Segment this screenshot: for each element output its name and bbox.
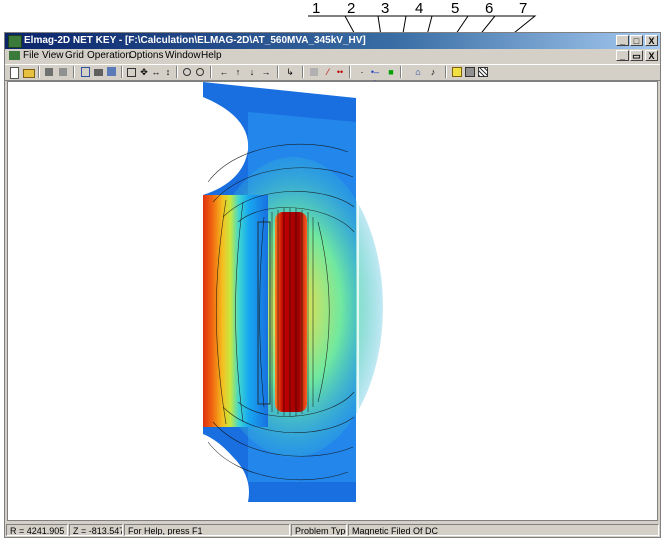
document-icon[interactable] xyxy=(9,51,20,60)
solid-fill-icon[interactable] xyxy=(465,67,475,77)
menu-view[interactable]: View xyxy=(42,49,64,63)
draw-line-icon[interactable]: ⁄ xyxy=(323,67,333,77)
move-icon[interactable]: ✥ xyxy=(139,67,149,77)
red-points-icon[interactable]: •• xyxy=(335,67,345,77)
select-rect-icon[interactable] xyxy=(127,68,136,77)
menu-grid[interactable]: Grid xyxy=(65,49,84,63)
status-bar: R = 4241.905 Z = -813.5471 For Help, pre… xyxy=(5,524,660,537)
arrow-down-icon[interactable]: ↓ xyxy=(247,67,257,77)
zoom-in-icon[interactable] xyxy=(183,68,191,76)
axes-icon[interactable]: ↳ xyxy=(285,67,295,77)
toolbar-separator xyxy=(445,66,447,78)
window-title: Elmag-2D NET KEY - [F:\Calculation\ELMAG… xyxy=(24,35,366,46)
r-coordinate: R = 4241.905 xyxy=(6,524,68,536)
arrow-left-icon[interactable]: ← xyxy=(219,67,229,77)
menu-help[interactable]: Help xyxy=(201,49,222,63)
z-coordinate: Z = -813.5471 xyxy=(69,524,123,536)
menu-bar: File View Grid Operation Options Window … xyxy=(5,49,660,63)
toolbar-separator xyxy=(121,66,123,78)
callout-5: 5 xyxy=(451,0,460,17)
app-icon[interactable] xyxy=(8,35,22,48)
menu-options[interactable]: Options xyxy=(129,49,163,63)
gray-box-icon[interactable] xyxy=(59,68,67,76)
toolbar: ✥ ↔ ↕ ← ↑ ↓ → ↳ ⁄ •• · •–• ■ ⌂ ♪ xyxy=(5,64,660,87)
toolbar-separator xyxy=(210,66,212,78)
open-folder-icon[interactable] xyxy=(23,69,35,78)
title-bar[interactable]: Elmag-2D NET KEY - [F:\Calculation\ELMAG… xyxy=(5,33,660,49)
toolbar-separator xyxy=(38,66,40,78)
arrow-up-icon[interactable]: ↑ xyxy=(233,67,243,77)
callout-1: 1 xyxy=(312,0,321,17)
minimize-button[interactable]: _ xyxy=(616,35,629,46)
toolbar-separator xyxy=(176,66,178,78)
hatch-fill-icon[interactable] xyxy=(478,67,488,77)
blank-box-icon[interactable] xyxy=(310,68,318,76)
toolbar-separator xyxy=(302,66,304,78)
zoom-out-icon[interactable] xyxy=(196,68,204,76)
menu-window[interactable]: Window xyxy=(165,49,201,63)
drawing-canvas[interactable] xyxy=(7,81,658,521)
callout-6: 6 xyxy=(485,0,494,17)
toolbar-separator xyxy=(277,66,279,78)
boundary-icon[interactable]: ♪ xyxy=(428,67,438,77)
menu-file[interactable]: File xyxy=(23,49,39,63)
menu-operation[interactable]: Operation xyxy=(87,49,131,63)
stop-icon[interactable] xyxy=(45,68,53,76)
help-hint: For Help, press F1 xyxy=(124,524,290,536)
field-plot[interactable] xyxy=(8,82,658,521)
maximize-button[interactable]: □ xyxy=(630,35,643,46)
green-point-icon[interactable]: ■ xyxy=(386,67,396,77)
region-icon[interactable]: ⌂ xyxy=(413,67,423,77)
child-restore-button[interactable]: ▭ xyxy=(630,50,643,61)
callout-4: 4 xyxy=(415,0,424,17)
grid-view-icon[interactable] xyxy=(107,67,116,76)
problem-type-value: Magnetic Filed Of DC xyxy=(348,524,659,536)
stretch-v-icon[interactable]: ↕ xyxy=(163,67,173,77)
arrow-right-icon[interactable]: → xyxy=(261,67,271,77)
child-close-button[interactable]: X xyxy=(645,50,658,61)
toolbar-separator xyxy=(349,66,351,78)
point-icon[interactable]: · xyxy=(357,67,367,77)
print-icon[interactable] xyxy=(94,69,103,76)
callout-7: 7 xyxy=(519,0,528,17)
yellow-grid-icon[interactable] xyxy=(452,67,462,77)
child-minimize-button[interactable]: _ xyxy=(616,50,629,61)
problem-type-label: Problem Type : xyxy=(291,524,347,536)
callout-2: 2 xyxy=(347,0,356,17)
callout-annotations: 1 2 3 4 5 6 7 xyxy=(0,0,665,60)
callout-3: 3 xyxy=(381,0,390,17)
copy-icon[interactable] xyxy=(81,67,90,77)
application-window: Elmag-2D NET KEY - [F:\Calculation\ELMAG… xyxy=(4,32,661,538)
line-segment-icon[interactable]: •–• xyxy=(370,67,380,87)
toolbar-separator xyxy=(73,66,75,78)
stretch-h-icon[interactable]: ↔ xyxy=(151,67,161,77)
toolbar-separator xyxy=(400,66,402,78)
new-file-icon[interactable] xyxy=(10,67,19,79)
close-button[interactable]: X xyxy=(645,35,658,46)
